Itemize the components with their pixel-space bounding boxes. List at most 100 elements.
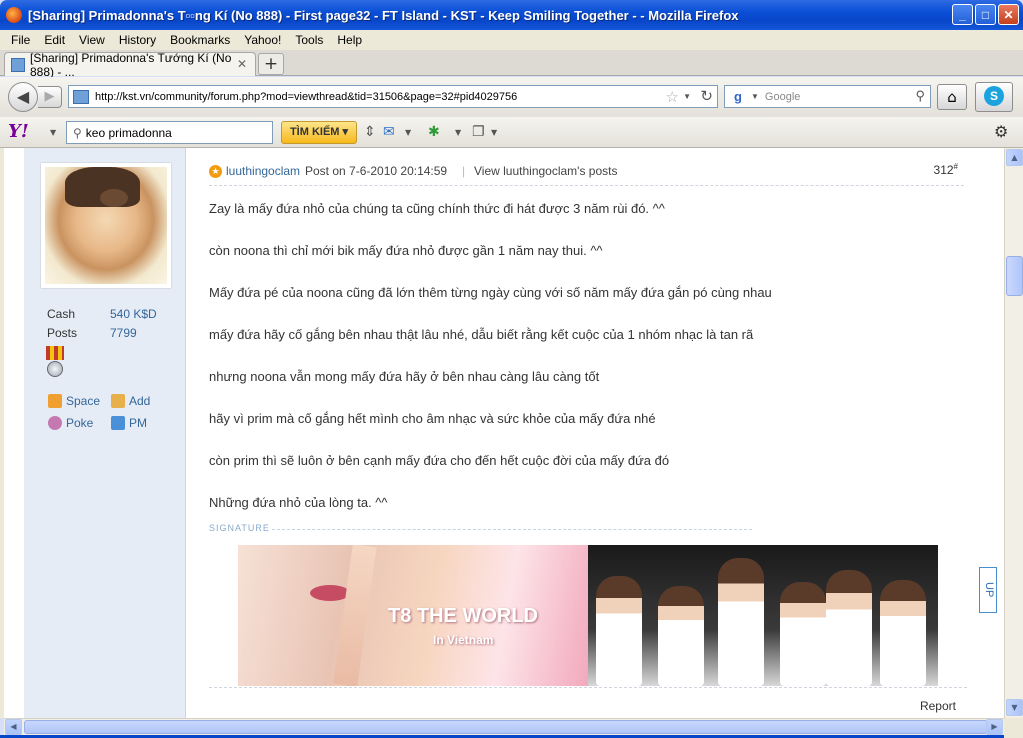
banner-figure: [880, 580, 926, 686]
scroll-left-arrow-icon[interactable]: ◀: [5, 719, 22, 735]
pm-label[interactable]: PM: [129, 416, 147, 430]
space-link-label[interactable]: Space: [66, 394, 100, 408]
author-link[interactable]: luuthingoclam: [226, 164, 300, 178]
skype-button[interactable]: S: [975, 82, 1013, 112]
banner-lips: [310, 585, 350, 601]
view-author-posts-link[interactable]: View luuthingoclam's posts: [474, 164, 617, 178]
banner-left-photo: T8 THE WORLD In Vietnam: [238, 545, 588, 686]
back-button[interactable]: ◀: [8, 82, 38, 112]
yahoo-search-button[interactable]: TÌM KIẾM ▾: [281, 121, 357, 144]
menu-bar: File Edit View History Bookmarks Yahoo! …: [0, 30, 1023, 50]
poke-link[interactable]: Poke: [48, 416, 93, 430]
maximize-button[interactable]: □: [975, 4, 996, 25]
signature-label: SIGNATURE: [209, 523, 270, 533]
horizontal-scroll-thumb[interactable]: [24, 720, 988, 734]
scroll-up-button[interactable]: UP: [979, 567, 997, 613]
menu-view[interactable]: View: [72, 33, 112, 47]
forward-arrow-icon: ▶: [44, 89, 55, 104]
window-titlebar: [Sharing] Primadonna's T▫▫ng Kí (No 888)…: [0, 0, 1023, 30]
page-content: Cash 540 K$D Posts 7799 Space Add Poke P…: [0, 148, 1004, 718]
banner-title: T8 THE WORLD: [388, 605, 538, 627]
poke-icon: [48, 416, 62, 430]
banner-figure: [718, 558, 764, 686]
menu-help[interactable]: Help: [330, 33, 369, 47]
horizontal-scrollbar[interactable]: ◀ ▶: [4, 718, 1004, 735]
tab-active[interactable]: [Sharing] Primadonna's Tướng Kí (No 888)…: [4, 50, 256, 79]
add-friend-link[interactable]: Add: [111, 394, 150, 408]
pm-link[interactable]: PM: [111, 416, 147, 430]
stat-value: 540 K$D: [110, 307, 157, 321]
post-line: còn prim thì sẽ luôn ở bên cạnh mấy đứa …: [209, 453, 670, 468]
forward-button[interactable]: ▶: [38, 86, 62, 108]
avatar-cookie: [100, 189, 128, 207]
menu-bookmarks[interactable]: Bookmarks: [163, 33, 237, 47]
medal-icon[interactable]: [46, 346, 64, 380]
yahoo-dropdown-icon[interactable]: ▼: [50, 128, 56, 137]
vertical-scroll-thumb[interactable]: [1006, 256, 1023, 296]
yahoo-search-value[interactable]: keo primadonna: [86, 126, 172, 140]
post-floor-number[interactable]: 312#: [934, 162, 958, 177]
poke-label[interactable]: Poke: [66, 416, 93, 430]
close-button[interactable]: ✕: [998, 4, 1019, 25]
header-separator: |: [462, 164, 466, 178]
report-link[interactable]: Report: [920, 699, 956, 713]
back-arrow-icon: ◀: [16, 87, 30, 106]
yahoo-logo[interactable]: Y!: [8, 121, 29, 142]
tab-label: [Sharing] Primadonna's Tướng Kí (No 888)…: [30, 50, 232, 79]
scroll-right-arrow-icon[interactable]: ▶: [986, 719, 1003, 735]
medal-disc: [47, 361, 63, 377]
stat-label: Posts: [47, 326, 78, 340]
avatar[interactable]: [41, 163, 171, 288]
floor-mark: #: [953, 162, 958, 171]
url-bar[interactable]: http://kst.vn/community/forum.php?mod=vi…: [68, 85, 718, 108]
minimize-button[interactable]: _: [952, 4, 973, 25]
navigation-toolbar: ◀ ▶ http://kst.vn/community/forum.php?mo…: [0, 77, 1023, 117]
url-text[interactable]: http://kst.vn/community/forum.php?mod=vi…: [95, 91, 517, 103]
post-line: Mấy đứa pé của noona cũng đã lớn thêm từ…: [209, 285, 772, 300]
menu-yahoo[interactable]: Yahoo!: [237, 33, 288, 47]
menu-file[interactable]: File: [4, 33, 37, 47]
star-icon: ★: [209, 165, 222, 178]
add-friend-label[interactable]: Add: [129, 394, 150, 408]
post-timestamp: Post on 7-6-2010 20:14:59: [305, 164, 448, 178]
home-button[interactable]: ⌂: [937, 84, 967, 110]
menu-edit[interactable]: Edit: [37, 33, 72, 47]
envelope-icon: [111, 416, 125, 430]
stat-posts: Posts 7799: [47, 326, 137, 340]
space-link[interactable]: Space: [48, 394, 100, 408]
url-dropdown-icon[interactable]: ▼: [683, 92, 691, 101]
tab-close-icon[interactable]: ✕: [237, 58, 249, 70]
scroll-down-arrow-icon[interactable]: ▼: [1006, 699, 1023, 716]
bookmarks-icon[interactable]: ❐: [472, 124, 485, 140]
menu-tools[interactable]: Tools: [288, 33, 330, 47]
bookmarks-dropdown-icon[interactable]: ▼: [491, 128, 497, 137]
new-tab-button[interactable]: +: [258, 53, 284, 75]
banner-figure: [658, 586, 704, 686]
asterisk-dropdown-icon[interactable]: ▼: [455, 128, 461, 137]
search-icon[interactable]: ⚲: [915, 88, 925, 104]
search-engine-dropdown-icon[interactable]: ▼: [751, 92, 759, 101]
stat-label: Cash: [47, 307, 76, 321]
asterisk-icon[interactable]: ✱: [428, 124, 440, 140]
gear-icon[interactable]: ⚙: [994, 122, 1008, 141]
floor-value[interactable]: 312: [934, 163, 954, 177]
google-icon[interactable]: g: [729, 89, 747, 105]
post-header: ★ luuthingoclam Post on 7-6-2010 20:14:5…: [209, 162, 964, 186]
post-line: Những đứa nhỏ của lòng ta. ^^: [209, 495, 388, 510]
menu-history[interactable]: History: [112, 33, 163, 47]
signature-banner[interactable]: T8 THE WORLD In Vietnam: [238, 545, 938, 686]
mail-icon[interactable]: ✉: [383, 124, 395, 140]
reload-icon[interactable]: ↻: [700, 87, 713, 105]
site-favicon-icon: [73, 89, 89, 104]
mail-dropdown-icon[interactable]: ▼: [405, 128, 411, 137]
bookmark-star-icon[interactable]: ☆: [666, 88, 679, 106]
highlighter-icon[interactable]: ⇕: [364, 124, 376, 140]
vertical-scrollbar[interactable]: ▲ ▼: [1004, 148, 1023, 718]
search-placeholder[interactable]: Google: [765, 91, 800, 103]
yahoo-search-input[interactable]: ⚲ keo primadonna: [66, 121, 273, 144]
search-bar[interactable]: g ▼ Google ⚲: [724, 85, 931, 108]
stat-value[interactable]: 7799: [110, 326, 137, 340]
scroll-up-arrow-icon[interactable]: ▲: [1006, 149, 1023, 166]
yahoo-toolbar: Y! ▼ ⚲ keo primadonna TÌM KIẾM ▾ ⇕ ✉ ▼ ✱…: [0, 117, 1023, 148]
handshake-icon: [111, 394, 125, 408]
